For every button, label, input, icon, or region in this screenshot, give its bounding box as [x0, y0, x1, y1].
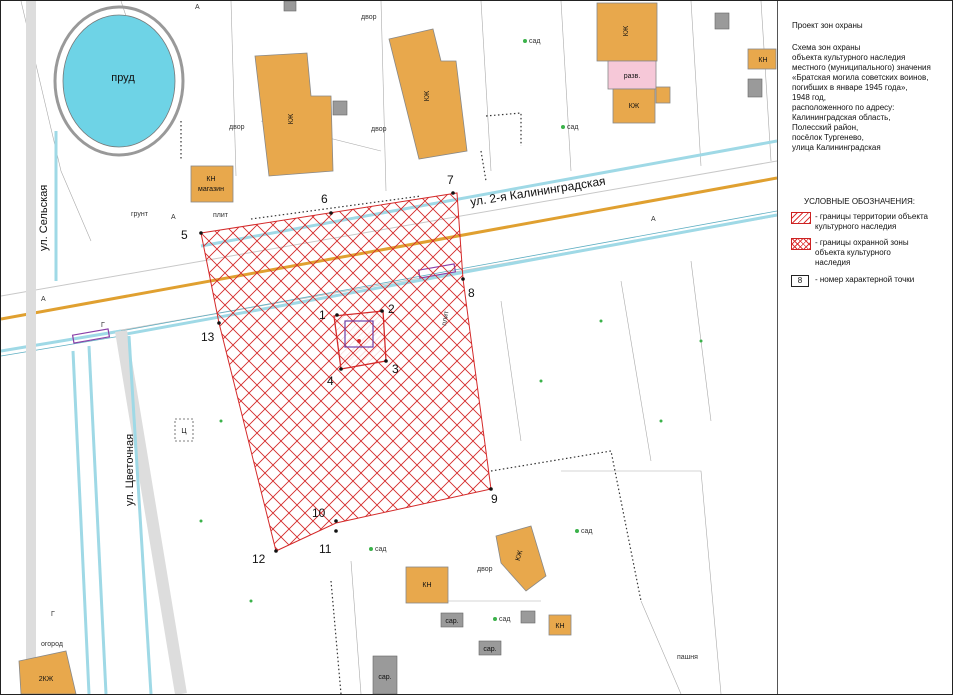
svg-text:Ц: Ц	[181, 428, 187, 435]
shed-3	[520, 610, 536, 624]
svg-text:Г: Г	[101, 322, 105, 329]
svg-text:двор: двор	[371, 126, 387, 133]
street-selskaya-label: ул. Сельская	[38, 185, 50, 251]
svg-text:сад: сад	[567, 124, 578, 131]
point-12: 12	[252, 552, 266, 566]
svg-text:КН: КН	[758, 57, 767, 64]
point-1: 1	[319, 308, 326, 322]
svg-text:магазин: магазин	[198, 186, 224, 193]
svg-text:сад: сад	[499, 616, 510, 623]
point-swatch: 8	[791, 275, 809, 287]
svg-text:КН: КН	[206, 176, 215, 183]
point-8: 8	[468, 286, 475, 300]
svg-text:плит: плит	[213, 212, 229, 219]
svg-text:сад: сад	[375, 546, 386, 553]
building-kn-small	[655, 86, 671, 104]
map-canvas: пруд ул. 2-я Калининградская ул. Сельска…	[1, 1, 777, 694]
protection-zone	[200, 192, 492, 552]
svg-text:КЖ: КЖ	[623, 25, 630, 36]
svg-text:грунт: грунт	[131, 211, 149, 218]
svg-text:А: А	[195, 4, 200, 11]
svg-text:огород: огород	[41, 641, 63, 648]
svg-text:пашня: пашня	[677, 654, 698, 661]
point-7: 7	[447, 173, 454, 187]
point-10: 10	[312, 506, 326, 520]
point-11: 11	[319, 542, 332, 556]
point-13: 13	[201, 330, 215, 344]
point-6: 6	[321, 192, 328, 206]
svg-text:сар.: сар.	[378, 674, 391, 681]
shed-8	[283, 1, 297, 12]
svg-text:А: А	[171, 214, 176, 221]
svg-text:двор: двор	[361, 14, 377, 21]
svg-text:Г: Г	[51, 611, 55, 618]
scheme-description: Схема зон охраны объекта культурного нас…	[792, 43, 931, 152]
shed-7	[747, 78, 763, 98]
svg-text:КН: КН	[422, 582, 431, 589]
map-sheet: пруд ул. 2-я Калининградская ул. Сельска…	[0, 0, 953, 695]
svg-text:КЖ: КЖ	[629, 103, 640, 110]
point-5: 5	[181, 228, 188, 242]
svg-text:разв.: разв.	[624, 73, 641, 80]
svg-text:сар.: сар.	[445, 618, 458, 625]
svg-text:А: А	[41, 296, 46, 303]
svg-text:2КЖ: 2КЖ	[39, 676, 54, 683]
svg-text:КЖ: КЖ	[424, 90, 431, 101]
svg-text:сад: сад	[581, 528, 592, 535]
point-4: 4	[327, 374, 334, 388]
street-main-label: ул. 2-я Калининградская	[469, 174, 606, 209]
pond-label: пруд	[111, 72, 135, 84]
svg-text:КН: КН	[555, 623, 564, 630]
building-shop	[190, 165, 234, 203]
svg-text:двор: двор	[229, 124, 245, 131]
point-2: 2	[388, 302, 395, 316]
svg-text:А: А	[651, 216, 656, 223]
legend-panel: Проект зон охраны Схема зон охраны объек…	[778, 1, 952, 694]
shed-5	[332, 100, 348, 116]
street-tsvetochnaya-label: ул. Цветочная	[124, 434, 136, 506]
svg-text:сар.: сар.	[483, 646, 496, 653]
monument-marker	[357, 339, 361, 343]
svg-text:двор: двор	[477, 566, 493, 573]
map-area: пруд ул. 2-я Калининградская ул. Сельска…	[1, 1, 778, 694]
svg-text:сад: сад	[529, 38, 540, 45]
legend-title: УСЛОВНЫЕ ОБОЗНАЧЕНИЯ:	[804, 197, 915, 206]
territory-swatch	[791, 212, 811, 224]
project-title: Проект зон охраны	[792, 21, 863, 30]
svg-text:КЖ: КЖ	[288, 113, 295, 124]
shed-6	[714, 12, 730, 30]
point-3: 3	[392, 362, 399, 376]
zone-swatch	[791, 238, 811, 250]
point-9: 9	[491, 492, 498, 506]
